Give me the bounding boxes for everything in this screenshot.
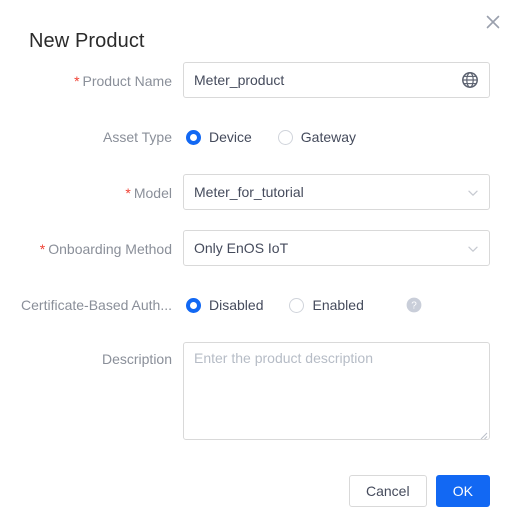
required-asterisk: *	[125, 185, 131, 201]
resize-handle-icon[interactable]	[477, 427, 488, 439]
radio-icon	[289, 297, 305, 313]
certificate-auth-field-wrap: Disabled Enabled ?	[186, 286, 493, 324]
chevron-down-icon	[467, 242, 479, 254]
radio-icon	[186, 297, 201, 313]
product-name-field-wrap: Meter_product	[183, 62, 490, 98]
form-row-product-name: * Product Name Meter_product	[0, 62, 520, 100]
product-name-input[interactable]: Meter_product	[183, 62, 490, 98]
required-asterisk: *	[74, 73, 80, 89]
new-product-form: * Product Name Meter_product Asset Type …	[0, 62, 520, 460]
model-select[interactable]: Meter_for_tutorial	[183, 174, 490, 210]
certificate-auth-label: Certificate-Based Auth...	[21, 297, 172, 313]
required-asterisk: *	[39, 241, 46, 257]
globe-icon[interactable]	[461, 71, 479, 89]
model-value: Meter_for_tutorial	[194, 184, 304, 200]
description-label: Description	[101, 351, 172, 367]
onboarding-method-field-wrap: Only EnOS IoT	[183, 230, 490, 266]
page-title: New Product	[29, 30, 145, 52]
form-row-description: Description Enter the product descriptio…	[0, 342, 520, 442]
new-product-dialog: New Product *Product Name Meter_product	[0, 0, 520, 530]
asset-type-field-wrap: Device Gateway	[186, 118, 493, 156]
product-name-value: Meter_product	[194, 72, 285, 88]
radio-icon	[186, 129, 201, 145]
certificate-auth-option-disabled[interactable]: Disabled	[186, 297, 263, 313]
chevron-down-icon	[467, 186, 479, 198]
dialog-footer: Cancel OK	[348, 475, 490, 507]
certificate-auth-option-enabled-label: Enabled	[312, 297, 364, 313]
certificate-auth-radio-group: Disabled Enabled ?	[186, 286, 493, 324]
description-placeholder: Enter the product description	[194, 350, 373, 366]
form-row-onboarding-method: * Onboarding Method Only EnOS IoT	[0, 230, 520, 268]
certificate-auth-option-enabled[interactable]: Enabled	[289, 297, 364, 313]
question-circle-icon[interactable]: ?	[406, 297, 422, 313]
svg-text:?: ?	[411, 301, 417, 312]
form-row-certificate-auth: Certificate-Based Auth... Disabled Enabl…	[0, 286, 520, 324]
ok-button[interactable]: OK	[435, 475, 490, 507]
close-icon[interactable]	[480, 9, 506, 35]
product-name-label: * Product Name	[74, 73, 172, 89]
model-field-wrap: Meter_for_tutorial	[183, 174, 490, 210]
cancel-button[interactable]: Cancel	[348, 475, 427, 507]
radio-icon	[277, 129, 293, 145]
asset-type-option-gateway-label: Gateway	[300, 129, 357, 145]
asset-type-option-device-label: Device	[209, 129, 252, 145]
onboarding-method-value: Only EnOS IoT	[194, 240, 289, 256]
onboarding-method-label: * Onboarding Method	[39, 241, 172, 257]
asset-type-option-device[interactable]: Device	[186, 129, 252, 145]
form-row-model: * Model Meter_for_tutorial	[0, 174, 520, 212]
asset-type-option-gateway[interactable]: Gateway	[277, 129, 357, 145]
asset-type-radio-group: Device Gateway	[186, 118, 493, 156]
form-row-asset-type: Asset Type Device Gateway	[0, 118, 520, 156]
asset-type-label: Asset Type	[102, 129, 172, 145]
model-label: * Model	[125, 185, 172, 201]
description-textarea[interactable]: Enter the product description	[183, 342, 490, 440]
onboarding-method-select[interactable]: Only EnOS IoT	[183, 230, 490, 266]
description-field-wrap: Enter the product description	[183, 342, 490, 440]
certificate-auth-option-disabled-label: Disabled	[209, 297, 264, 313]
